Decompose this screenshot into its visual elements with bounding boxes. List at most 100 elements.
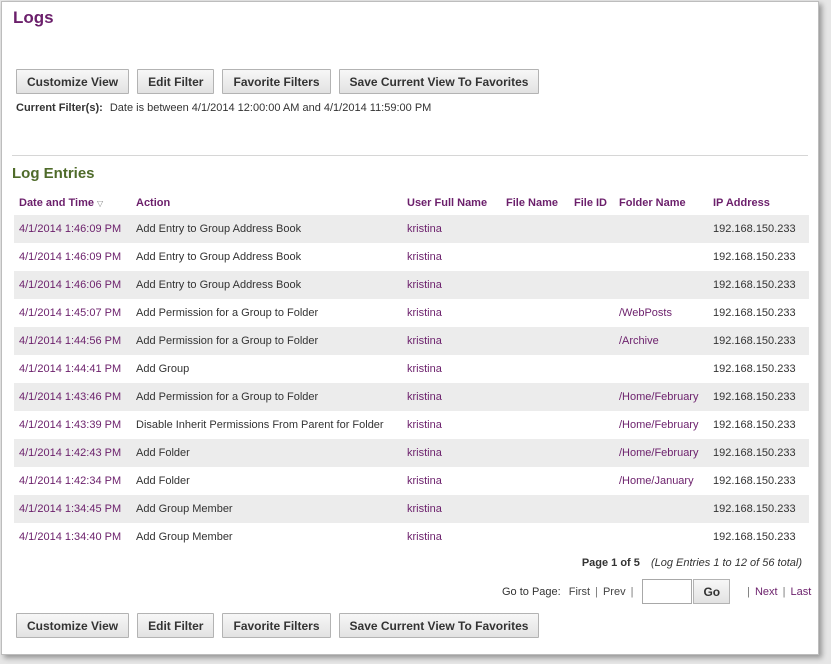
- cell-ip: 192.168.150.233: [713, 531, 796, 543]
- column-header-ip[interactable]: IP Address: [708, 191, 809, 215]
- cell-action: Add Entry to Group Address Book: [136, 251, 302, 263]
- cell-file-id: [569, 327, 614, 355]
- column-header-date[interactable]: Date and Time ▽: [14, 191, 131, 215]
- cell-user[interactable]: kristina: [402, 355, 501, 383]
- cell-action: Add Folder: [131, 439, 402, 467]
- table-row: 4/1/2014 1:42:43 PM Add Folder kristina/Ho…: [14, 439, 809, 467]
- pager-separator: |: [782, 585, 786, 598]
- cell-folder[interactable]: /Home/February: [614, 383, 708, 411]
- cell-date[interactable]: 4/1/2014 1:42:43 PM: [14, 439, 131, 467]
- cell-date[interactable]: 4/1/2014 1:42:34 PM: [14, 467, 131, 495]
- next-page-link[interactable]: Next: [755, 586, 778, 598]
- first-page-link[interactable]: First: [569, 586, 590, 598]
- cell-file-name: [501, 439, 569, 467]
- cell-file-name: [501, 243, 569, 271]
- cell-user[interactable]: kristina: [402, 523, 501, 551]
- goto-page-input[interactable]: [642, 579, 693, 604]
- cell-date[interactable]: 4/1/2014 1:46:09 PM: [14, 243, 131, 271]
- cell-folder[interactable]: /WebPosts: [614, 299, 708, 327]
- cell-date[interactable]: 4/1/2014 1:43:46 PM: [14, 383, 131, 411]
- table-row: 4/1/2014 1:46:06 PM Add Entry to Group Ad…: [14, 271, 809, 299]
- cell-file-id: [569, 467, 614, 495]
- favorite-filters-button[interactable]: Favorite Filters: [222, 613, 331, 638]
- go-button[interactable]: Go: [693, 579, 731, 604]
- cell-date[interactable]: 4/1/2014 1:46:06 PM: [14, 271, 131, 299]
- cell-ip: 192.168.150.233: [713, 363, 796, 375]
- table-row: 4/1/2014 1:34:40 PM Add Group Member krist…: [14, 523, 809, 551]
- table-row: 4/1/2014 1:45:07 PM Add Permission for a …: [14, 299, 809, 327]
- cell-date[interactable]: 4/1/2014 1:45:07 PM: [14, 299, 131, 327]
- table-row: 4/1/2014 1:46:09 PM Add Entry to Group Ad…: [14, 243, 809, 271]
- pager-separator: |: [630, 585, 634, 598]
- cell-file-id: [569, 495, 614, 523]
- cell-file-id: [569, 215, 614, 243]
- log-entries-table: Date and Time ▽ Action User Full Name Fil…: [14, 191, 809, 551]
- logs-window: Logs Customize View Edit Filter Favorite…: [1, 1, 819, 655]
- cell-user[interactable]: kristina: [402, 411, 501, 439]
- cell-file-name: [501, 355, 569, 383]
- cell-action: Disable Inherit Permissions From Parent …: [136, 419, 384, 431]
- cell-ip: 192.168.150.233: [708, 495, 809, 523]
- cell-date[interactable]: 4/1/2014 1:46:09 PM: [14, 215, 131, 243]
- section-divider: [12, 155, 808, 156]
- column-header-file-id[interactable]: File ID: [569, 191, 614, 215]
- column-header-folder[interactable]: Folder Name: [614, 191, 708, 215]
- cell-file-name: [501, 215, 569, 243]
- favorite-filters-button[interactable]: Favorite Filters: [222, 69, 331, 94]
- edit-filter-button[interactable]: Edit Filter: [137, 613, 215, 638]
- column-header-user[interactable]: User Full Name: [402, 191, 501, 215]
- cell-folder[interactable]: /Home/February: [614, 439, 708, 467]
- cell-folder: [614, 271, 708, 299]
- table-header-row: Date and Time ▽ Action User Full Name Fil…: [14, 191, 809, 215]
- cell-user[interactable]: kristina: [402, 271, 501, 299]
- cell-folder: [614, 495, 708, 523]
- cell-date[interactable]: 4/1/2014 1:44:56 PM: [14, 327, 131, 355]
- customize-view-button[interactable]: Customize View: [16, 69, 130, 94]
- save-view-to-favorites-button[interactable]: Save Current View To Favorites: [338, 613, 540, 638]
- cell-folder[interactable]: /Home/January: [614, 467, 708, 495]
- table-row: 4/1/2014 1:44:56 PM Add Permission for a …: [14, 327, 809, 355]
- pager-separator: |: [747, 585, 750, 598]
- customize-view-button[interactable]: Customize View: [16, 613, 130, 638]
- cell-user[interactable]: kristina: [402, 327, 501, 355]
- table-row: 4/1/2014 1:34:45 PM Add Group Member krist…: [14, 495, 809, 523]
- cell-file-name: [501, 411, 569, 439]
- cell-folder: [614, 215, 708, 243]
- cell-action: Add Entry to Group Address Book: [131, 215, 402, 243]
- save-view-to-favorites-button[interactable]: Save Current View To Favorites: [338, 69, 540, 94]
- current-filter: Current Filter(s): Date is between 4/1/2…: [16, 102, 431, 114]
- cell-user[interactable]: kristina: [402, 495, 501, 523]
- column-header-file-name[interactable]: File Name: [501, 191, 569, 215]
- cell-date[interactable]: 4/1/2014 1:34:45 PM: [14, 495, 131, 523]
- cell-date[interactable]: 4/1/2014 1:44:41 PM: [14, 355, 131, 383]
- cell-user[interactable]: kristina: [402, 439, 501, 467]
- cell-folder[interactable]: /Archive: [614, 327, 708, 355]
- cell-file-id: [569, 411, 614, 439]
- cell-ip: 192.168.150.233: [708, 383, 809, 411]
- cell-user[interactable]: kristina: [402, 299, 501, 327]
- cell-file-name: [501, 523, 569, 551]
- log-entries-body: 4/1/2014 1:46:09 PM Add Entry to Group Ad…: [14, 215, 809, 551]
- cell-file-name: [501, 383, 569, 411]
- log-entries-title: Log Entries: [12, 165, 95, 182]
- cell-user[interactable]: kristina: [402, 243, 501, 271]
- cell-ip: 192.168.150.233: [713, 307, 796, 319]
- cell-user[interactable]: kristina: [402, 215, 501, 243]
- top-toolbar: Customize View Edit Filter Favorite Filt…: [16, 69, 547, 94]
- last-page-link[interactable]: Last: [790, 586, 811, 598]
- cell-ip: 192.168.150.233: [708, 271, 809, 299]
- cell-folder[interactable]: /Home/February: [614, 411, 708, 439]
- cell-file-name: [501, 271, 569, 299]
- table-row: 4/1/2014 1:44:41 PM Add Group kristina 192.…: [14, 355, 809, 383]
- edit-filter-button[interactable]: Edit Filter: [137, 69, 215, 94]
- column-header-action[interactable]: Action: [131, 191, 402, 215]
- cell-user[interactable]: kristina: [402, 467, 501, 495]
- cell-user[interactable]: kristina: [402, 383, 501, 411]
- cell-action: Add Group Member: [136, 531, 233, 543]
- prev-page-link[interactable]: Prev: [603, 586, 626, 598]
- entries-total: (Log Entries 1 to 12 of 56 total): [650, 557, 802, 569]
- cell-date[interactable]: 4/1/2014 1:43:39 PM: [14, 411, 131, 439]
- cell-folder: [614, 523, 708, 551]
- cell-date[interactable]: 4/1/2014 1:34:40 PM: [14, 523, 131, 551]
- current-filter-text: Date is between 4/1/2014 12:00:00 AM and…: [109, 102, 432, 114]
